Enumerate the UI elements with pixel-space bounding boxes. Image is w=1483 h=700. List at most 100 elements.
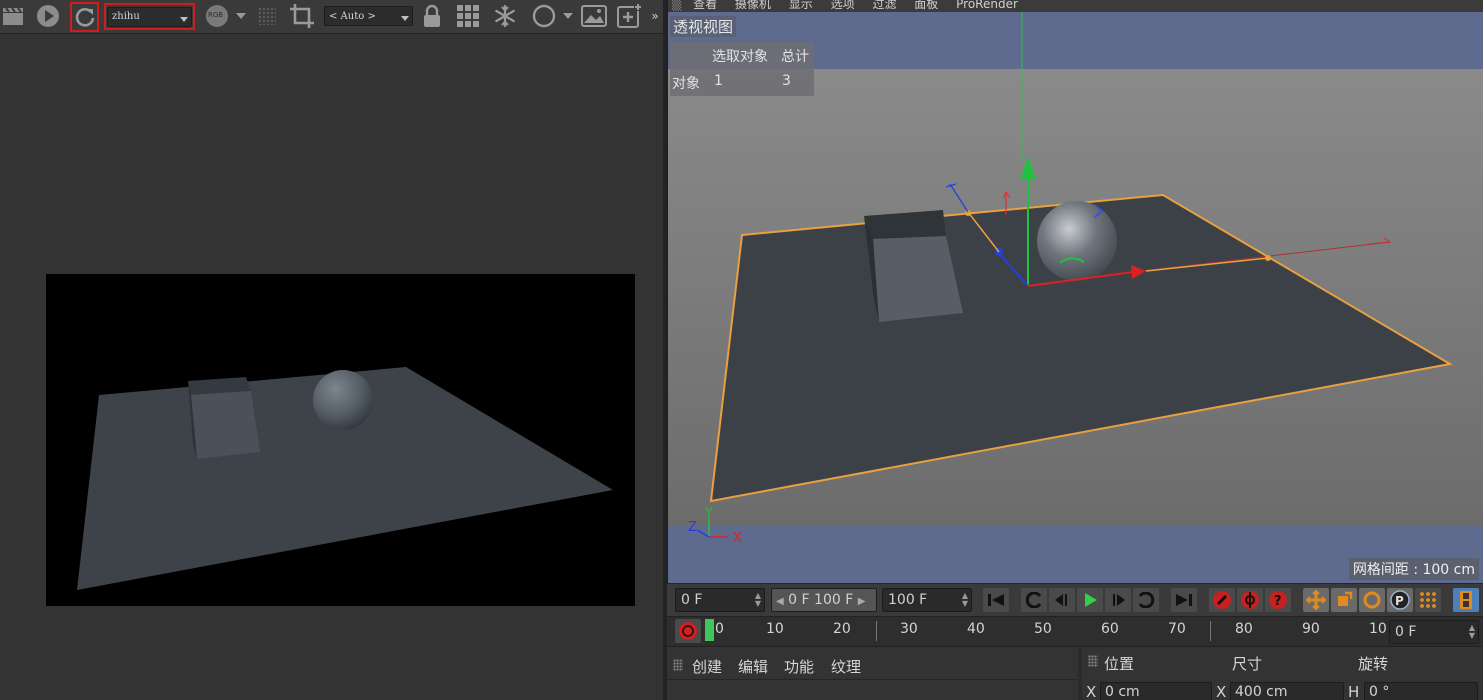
perspective-viewport[interactable]: ▒ 查看 摄像机 显示 选项 过滤 面板 ProRender Y X Z 透视视… <box>667 0 1483 583</box>
end-frame-field[interactable]: 100 F ▲ ▼ <box>882 588 972 612</box>
selection-hud: 选取对象 总计 对象 1 3 <box>670 42 814 96</box>
circle-icon[interactable] <box>531 3 557 29</box>
key-position-button[interactable] <box>1303 588 1329 612</box>
render-sphere <box>313 370 373 430</box>
frame-range-slider[interactable]: ◀ 0 F 100 F ▶ <box>771 588 877 612</box>
range-left-arrow-icon[interactable]: ◀ <box>776 596 784 607</box>
tick-label: 40 <box>967 621 985 637</box>
position-x-value: 0 cm <box>1105 684 1140 700</box>
header-rotation: 旋转 <box>1358 655 1389 673</box>
svg-text:P: P <box>1395 594 1404 608</box>
grid-icon[interactable] <box>455 3 481 29</box>
rotation-axis-label: H <box>1348 683 1360 700</box>
picture-viewer: zhihu RGB < Auto > » <box>0 0 663 700</box>
go-to-start-button[interactable] <box>983 588 1009 612</box>
menu-texture[interactable]: 纹理 <box>831 656 861 677</box>
keyframe-selection-button[interactable]: ? <box>1265 588 1291 612</box>
prev-frame-button[interactable] <box>1049 588 1075 612</box>
next-key-icon <box>1138 592 1155 608</box>
grip-icon[interactable] <box>673 659 683 671</box>
hud-row-label: 对象 <box>672 76 700 92</box>
scheme-button[interactable] <box>1453 588 1479 612</box>
tick-label: 70 <box>1168 621 1186 637</box>
plane-handle-x[interactable] <box>1265 255 1271 261</box>
key-rotation-button[interactable] <box>1359 588 1385 612</box>
play-button[interactable] <box>1077 588 1103 612</box>
grid-spacing-label: 网格间距 : 100 cm <box>1348 558 1479 580</box>
tick-label: 90 <box>1302 621 1320 637</box>
key-parameter-button[interactable]: P <box>1387 588 1413 612</box>
skip-start-icon <box>988 594 1004 606</box>
chevron-down-icon <box>180 16 188 22</box>
menu-edit[interactable]: 编辑 <box>738 656 768 677</box>
tick-label: 50 <box>1034 621 1052 637</box>
render-setting-value: zhihu <box>112 11 140 22</box>
render-setting-select[interactable]: zhihu <box>107 6 192 27</box>
grip-icon[interactable] <box>1088 655 1098 667</box>
spinner-icon[interactable]: ▲ ▼ <box>755 592 761 608</box>
svg-text:?: ? <box>1274 594 1282 609</box>
hud-col-total: 总计 <box>781 49 809 65</box>
current-frame-field[interactable]: 0 F ▲ ▼ <box>675 588 765 612</box>
menu-create[interactable]: 创建 <box>692 656 722 677</box>
object-manager: 创建 编辑 功能 纹理 <box>667 646 1078 700</box>
record-icon <box>679 622 697 640</box>
sphere-object[interactable] <box>1037 201 1117 281</box>
ruler-divider <box>876 621 877 641</box>
size-x-field[interactable]: 400 cm <box>1230 682 1344 700</box>
snowflake-icon[interactable] <box>491 3 519 29</box>
record-keys-button[interactable] <box>1209 588 1235 612</box>
spinner-icon[interactable]: ▲ ▼ <box>1469 624 1475 640</box>
tick-label: 0 <box>715 621 724 637</box>
go-to-end-button[interactable] <box>1171 588 1197 612</box>
timeline-ruler[interactable]: 0 10 20 30 40 50 60 70 80 90 100 0 F ▲▼ <box>667 616 1483 645</box>
playhead-marker[interactable] <box>705 619 714 641</box>
prev-key-icon <box>1025 592 1042 608</box>
play-render-icon[interactable] <box>34 3 62 29</box>
range-right-arrow-icon[interactable]: ▶ <box>858 596 866 607</box>
skip-end-icon <box>1176 594 1192 606</box>
position-x-field[interactable]: 0 cm <box>1100 682 1212 700</box>
image-icon[interactable] <box>580 3 608 29</box>
frame-display-value: 0 F <box>1395 624 1417 640</box>
record-button[interactable] <box>675 619 701 643</box>
render-canvas <box>46 274 635 606</box>
rotation-h-field[interactable]: 0 ° <box>1364 682 1478 700</box>
frame-display-field[interactable]: 0 F ▲ ▼ <box>1389 620 1479 644</box>
rendered-scene <box>77 367 613 590</box>
tick-label: 80 <box>1235 621 1253 637</box>
grid-dots-icon[interactable] <box>256 3 278 29</box>
axis-label-z: Z <box>688 520 697 535</box>
size-axis-label: X <box>1216 683 1227 700</box>
hud-col-selected: 选取对象 <box>712 49 768 65</box>
next-key-button[interactable] <box>1133 588 1159 612</box>
refresh-icon <box>75 8 94 27</box>
tick-label: 30 <box>900 621 918 637</box>
clapper-icon[interactable] <box>0 3 26 29</box>
rotation-h-value: 0 ° <box>1369 684 1390 700</box>
next-frame-button[interactable] <box>1105 588 1131 612</box>
transport-bar: 0 F ▲ ▼ ◀ 0 F 100 F ▶ 100 F ▲ ▼ ? P <box>667 583 1483 616</box>
spinner-icon[interactable]: ▲ ▼ <box>962 592 968 608</box>
auto-key-button[interactable] <box>1237 588 1263 612</box>
size-x-value: 400 cm <box>1235 684 1288 700</box>
crop-icon[interactable] <box>288 3 316 29</box>
chevron-down-icon[interactable] <box>234 3 248 29</box>
lock-icon[interactable] <box>421 3 443 29</box>
overflow-chevron[interactable]: » <box>648 3 662 29</box>
color-mode-icon[interactable]: RGB <box>204 3 230 29</box>
zoom-select[interactable]: < Auto > <box>324 6 413 26</box>
end-frame-value: 100 F <box>888 592 928 608</box>
key-pla-button[interactable] <box>1415 588 1441 612</box>
menu-functions[interactable]: 功能 <box>784 656 814 677</box>
chevron-down-icon[interactable] <box>561 3 575 29</box>
key-scale-button[interactable] <box>1331 588 1357 612</box>
render-toolbar: zhihu RGB < Auto > » <box>0 0 663 34</box>
key-record-icon <box>1213 591 1231 609</box>
add-image-icon[interactable] <box>616 3 644 29</box>
axis-label-y: Y <box>704 506 713 521</box>
tick-label: 60 <box>1101 621 1119 637</box>
refresh-button[interactable] <box>70 2 99 32</box>
prev-key-button[interactable] <box>1021 588 1047 612</box>
render-cube-front <box>191 391 260 459</box>
